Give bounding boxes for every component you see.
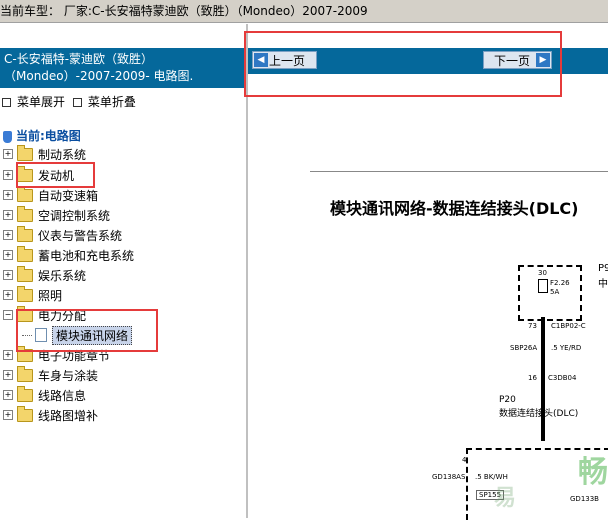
header-line1: C-长安福特-蒙迪欧（致胜） — [4, 52, 154, 66]
tree-item-wiring-info[interactable]: + 线路信息 — [3, 385, 86, 404]
folder-icon — [17, 225, 33, 242]
tree-item-supplement[interactable]: + 线路图增补 — [3, 405, 98, 424]
expand-plus-icon[interactable]: + — [3, 270, 13, 280]
expand-plus-icon[interactable]: + — [3, 370, 13, 380]
folder-icon — [17, 245, 33, 262]
collapse-minus-icon[interactable]: − — [3, 310, 13, 320]
diagram-separator — [310, 171, 608, 172]
folder-icon — [17, 365, 33, 382]
expand-menu-button[interactable]: 菜单展开 — [2, 95, 65, 109]
header-line2: （Mondeo）-2007-2009- 电路图. — [4, 69, 194, 83]
tree-item-lighting[interactable]: + 照明 — [3, 285, 62, 304]
folder-icon — [17, 385, 33, 402]
left-header: C-长安福特-蒙迪欧（致胜） （Mondeo）-2007-2009- 电路图. — [0, 48, 246, 88]
title-bar: 当前车型： 厂家:C-长安福特蒙迪欧（致胜）（Mondeo）2007-2009 — [0, 0, 608, 23]
folder-icon — [17, 144, 33, 161]
expand-plus-icon[interactable]: + — [3, 350, 13, 360]
power-highlight-box — [16, 309, 158, 352]
vehicle-label: 当前车型： 厂家:C-长安福特蒙迪欧（致胜）（Mondeo）2007-2009 — [0, 4, 368, 18]
tree-item-brakes[interactable]: + 制动系统 — [3, 144, 86, 163]
expand-plus-icon[interactable]: + — [3, 190, 13, 200]
folder-icon — [17, 185, 33, 202]
expand-plus-icon[interactable]: + — [3, 230, 13, 240]
tree-item-ac[interactable]: + 空调控制系统 — [3, 205, 110, 224]
engine-highlight-box — [16, 162, 95, 188]
folder-icon — [17, 265, 33, 282]
expand-plus-icon[interactable]: + — [3, 210, 13, 220]
expand-plus-icon[interactable]: + — [3, 149, 13, 159]
wire-line — [541, 317, 545, 441]
tree-item-battery[interactable]: + 蓄电池和充电系统 — [3, 245, 134, 264]
expand-plus-icon[interactable]: + — [3, 390, 13, 400]
watermark-text: 易 — [494, 486, 517, 511]
folder-icon — [17, 205, 33, 222]
expand-plus-icon[interactable]: + — [3, 250, 13, 260]
watermark-logo: 畅 — [578, 455, 608, 490]
expand-plus-icon[interactable]: + — [3, 410, 13, 420]
diagram-title: 模块通讯网络-数据连结接头(DLC) — [330, 199, 579, 218]
folder-icon — [17, 405, 33, 422]
nav-highlight-box — [244, 31, 562, 97]
folder-icon — [17, 285, 33, 302]
expand-plus-icon[interactable]: + — [3, 290, 13, 300]
book-icon — [3, 130, 12, 143]
collapse-icon — [72, 98, 82, 107]
pane-divider[interactable] — [246, 24, 248, 518]
tree-item-transmission[interactable]: + 自动变速箱 — [3, 185, 98, 204]
tree-root[interactable]: 当前:电路图 — [3, 127, 81, 144]
collapse-menu-button[interactable]: 菜单折叠 — [72, 95, 136, 109]
tree-item-instruments[interactable]: + 仪表与警告系统 — [3, 225, 122, 244]
tree-item-body[interactable]: + 车身与涂装 — [3, 365, 98, 384]
expand-icon — [2, 98, 11, 107]
fuse-icon — [538, 279, 548, 293]
menu-row: 菜单展开 菜单折叠 — [2, 93, 140, 110]
tree-item-entertainment[interactable]: + 娱乐系统 — [3, 265, 86, 284]
expand-plus-icon[interactable]: + — [3, 170, 13, 180]
